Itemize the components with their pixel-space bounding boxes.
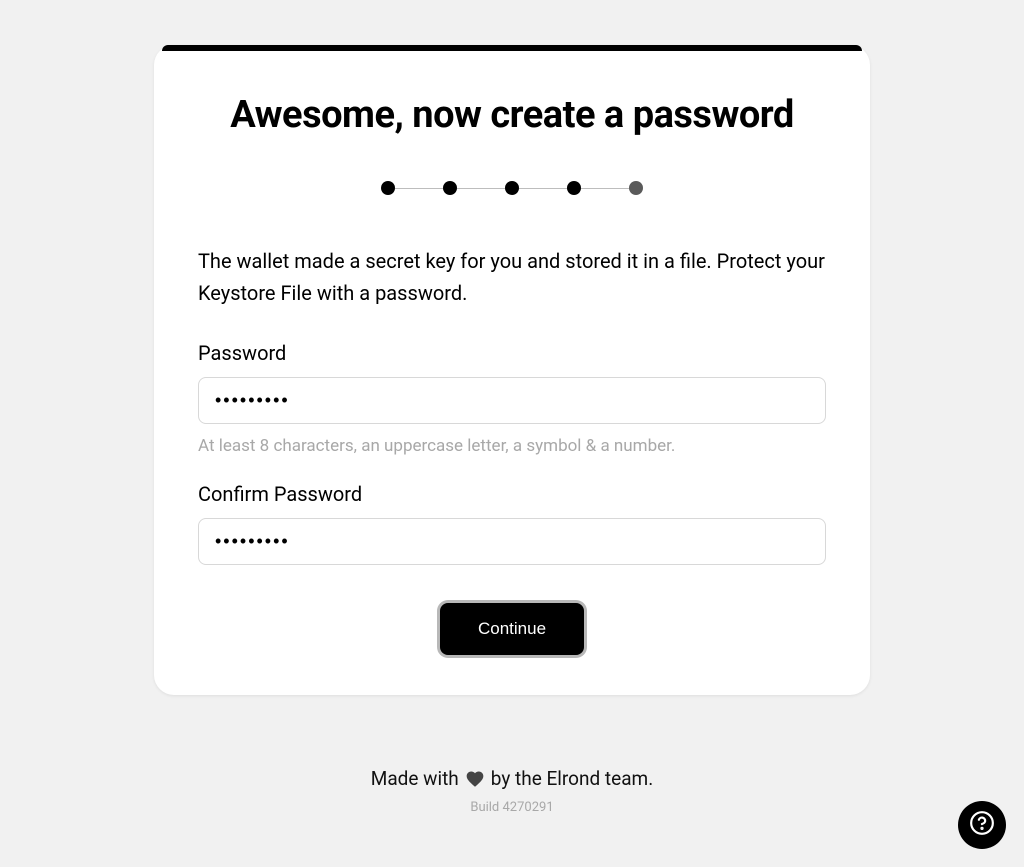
password-card: Awesome, now create a password The walle…: [154, 45, 870, 695]
step-line: [581, 188, 629, 189]
confirm-password-input[interactable]: [198, 518, 826, 565]
password-label: Password: [198, 341, 826, 365]
page-title: Awesome, now create a password: [198, 93, 826, 137]
password-hint: At least 8 characters, an uppercase lett…: [198, 436, 826, 456]
help-button[interactable]: [958, 801, 1006, 849]
heart-icon: [465, 769, 485, 789]
progress-stepper: [198, 181, 826, 195]
step-line: [457, 188, 505, 189]
step-line: [395, 188, 443, 189]
confirm-password-label: Confirm Password: [198, 482, 826, 506]
button-row: Continue: [198, 603, 826, 655]
build-version: Build 4270291: [371, 800, 653, 815]
help-icon: [969, 810, 995, 840]
step-dot-4: [567, 181, 581, 195]
password-input[interactable]: [198, 377, 826, 424]
footer-credit: Made with by the Elrond team.: [371, 767, 653, 790]
footer: Made with by the Elrond team. Build 4270…: [371, 767, 653, 815]
step-line: [519, 188, 567, 189]
step-dot-2: [443, 181, 457, 195]
step-dot-5: [629, 181, 643, 195]
step-dot-1: [381, 181, 395, 195]
footer-suffix: by the Elrond team.: [491, 767, 653, 790]
continue-button[interactable]: Continue: [440, 603, 584, 655]
description-text: The wallet made a secret key for you and…: [198, 245, 826, 309]
step-dot-3: [505, 181, 519, 195]
confirm-password-field-group: Confirm Password: [198, 482, 826, 565]
footer-prefix: Made with: [371, 767, 459, 790]
password-field-group: Password At least 8 characters, an upper…: [198, 341, 826, 456]
